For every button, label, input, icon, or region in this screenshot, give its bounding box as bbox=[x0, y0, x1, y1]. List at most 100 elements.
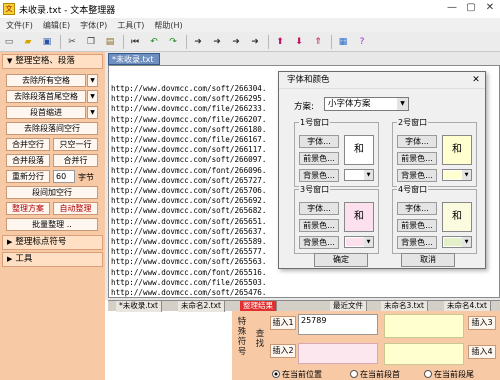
rewrap-width-input[interactable]: 60 bbox=[53, 170, 75, 183]
find-label[interactable]: 查找 bbox=[254, 329, 266, 349]
radio-current-position[interactable]: 在当前位置 bbox=[272, 369, 322, 380]
scheme-select[interactable]: 小字体方案 ▼ bbox=[324, 97, 409, 111]
redo-icon[interactable]: ↷ bbox=[166, 35, 180, 49]
foreground-color-button[interactable]: 前景色... bbox=[299, 219, 339, 232]
new-file-icon[interactable]: ▭ bbox=[2, 35, 16, 49]
text-line: http://www.dovmcc.com/soft/266097. bbox=[111, 155, 267, 165]
single-empty-line-button[interactable]: 只空一行 bbox=[53, 138, 98, 151]
remove-all-spaces-button[interactable]: 去除所有空格 bbox=[6, 74, 86, 87]
toolbar-separator bbox=[60, 34, 61, 49]
para-indent-dropdown[interactable]: ▼ bbox=[87, 106, 98, 119]
section-punctuation[interactable]: ▶ 整理标点符号 bbox=[2, 235, 103, 250]
menu-tools[interactable]: 工具(T) bbox=[117, 20, 144, 31]
cut-icon[interactable]: ✂ bbox=[65, 35, 79, 49]
menu-edit[interactable]: 编辑(E) bbox=[43, 20, 70, 31]
special-symbols-label[interactable]: 特殊符号 bbox=[236, 317, 248, 357]
first-icon[interactable]: ⏮ bbox=[128, 35, 142, 49]
paste-icon[interactable]: ▤ bbox=[103, 35, 117, 49]
minimize-button[interactable]: — bbox=[444, 1, 460, 15]
color-swatch bbox=[444, 238, 462, 246]
menu-bar: 文件(F) 编辑(E) 字体(P) 工具(T) 帮助(H) bbox=[0, 18, 500, 32]
find-text-input-2[interactable] bbox=[298, 343, 378, 364]
color-scheme-icon[interactable]: ▦ bbox=[336, 35, 350, 49]
menu-font[interactable]: 字体(P) bbox=[80, 20, 107, 31]
window-group-3: 3号窗口 字体... 前景色... 背景色... 和 ▼ bbox=[294, 184, 379, 254]
cancel-button[interactable]: 取消 bbox=[401, 253, 455, 267]
font-button[interactable]: 字体... bbox=[397, 135, 437, 148]
text-line: http://www.dovmcc.com/soft/266295. bbox=[111, 94, 267, 104]
radio-para-end[interactable]: 在当前段尾 bbox=[424, 369, 474, 380]
add-para-gap-button[interactable]: 段间加空行 bbox=[6, 186, 98, 199]
section-spaces-paragraphs[interactable]: ▼ 整理空格、段落 bbox=[2, 54, 103, 69]
expand-arrow-icon: ▶ bbox=[7, 255, 13, 263]
arrow-right-3-icon[interactable]: ➜ bbox=[229, 35, 243, 49]
background-color-select[interactable]: ▼ bbox=[442, 236, 472, 248]
foreground-color-button[interactable]: 前景色... bbox=[397, 152, 437, 165]
insert3-button[interactable]: 插入3 bbox=[468, 316, 496, 330]
move-down-icon[interactable]: ⬇ bbox=[292, 35, 306, 49]
background-color-select[interactable]: ▼ bbox=[344, 236, 374, 248]
maximize-button[interactable]: ▢ bbox=[463, 1, 479, 15]
background-color-select[interactable]: ▼ bbox=[442, 169, 472, 181]
arrow-right-4-icon[interactable]: ➜ bbox=[248, 35, 262, 49]
text-line: http://www.dovmcc.com/soft/266304. bbox=[111, 84, 267, 93]
background-color-button[interactable]: 背景色... bbox=[397, 169, 437, 182]
rewrap-button[interactable]: 重新分行 bbox=[6, 170, 50, 183]
help-icon[interactable]: ? bbox=[355, 35, 369, 49]
arrow-right-icon[interactable]: ➜ bbox=[191, 35, 205, 49]
app-icon: 文 bbox=[3, 3, 15, 15]
replace-text-input-2[interactable] bbox=[384, 343, 464, 365]
close-button[interactable]: ✕ bbox=[482, 1, 498, 15]
undo-icon[interactable]: ↶ bbox=[147, 35, 161, 49]
merge-empty-lines-button[interactable]: 合并空行 bbox=[6, 138, 50, 151]
save-icon[interactable]: ▣ bbox=[40, 35, 54, 49]
bottom-tab[interactable]: 未命名2.txt bbox=[178, 301, 225, 312]
scheme-value: 小字体方案 bbox=[328, 99, 371, 109]
remove-all-spaces-dropdown[interactable]: ▼ bbox=[87, 74, 98, 87]
radio-para-start[interactable]: 在当前段首 bbox=[350, 369, 400, 380]
dialog-close-button[interactable]: ✕ bbox=[471, 75, 481, 85]
background-color-select[interactable]: ▼ bbox=[344, 169, 374, 181]
replace-text-input[interactable] bbox=[384, 314, 464, 338]
merge-paragraphs-button[interactable]: 合并段落 bbox=[6, 154, 50, 167]
text-line: http://www.dovmcc.com/file/265503. bbox=[111, 277, 267, 287]
merge-lines-button[interactable]: 合并行 bbox=[53, 154, 98, 167]
document-tab[interactable]: *未收录.txt bbox=[108, 53, 160, 65]
bottom-tab[interactable]: *未收录.txt bbox=[116, 301, 162, 312]
insert4-button[interactable]: 插入4 bbox=[468, 345, 496, 359]
text-line: http://www.dovmcc.com/soft/265589. bbox=[111, 237, 267, 246]
section-title: 整理空格、段落 bbox=[15, 56, 75, 66]
radio-label: 在当前段尾 bbox=[434, 370, 474, 379]
foreground-color-button[interactable]: 前景色... bbox=[397, 219, 437, 232]
background-color-button[interactable]: 背景色... bbox=[397, 236, 437, 249]
copy-icon[interactable]: ❐ bbox=[84, 35, 98, 49]
section-tools[interactable]: ▶ 工具 bbox=[2, 252, 103, 267]
menu-help[interactable]: 帮助(H) bbox=[154, 20, 182, 31]
remove-para-gap-button[interactable]: 去除段落间空行 bbox=[6, 122, 98, 135]
batch-tidy-button[interactable]: 批量整理 .. bbox=[6, 218, 98, 231]
insert2-button[interactable]: 插入2 bbox=[270, 344, 296, 358]
background-color-button[interactable]: 背景色... bbox=[299, 236, 339, 249]
text-line: http://www.dovmcc.com/soft/266117. bbox=[111, 145, 267, 155]
remove-para-edge-spaces-button[interactable]: 去除段落首尾空格 bbox=[6, 90, 86, 103]
move-top-icon[interactable]: ⇑ bbox=[311, 35, 325, 49]
find-text-input[interactable]: 25789 bbox=[298, 314, 378, 335]
remove-para-edge-spaces-dropdown[interactable]: ▼ bbox=[87, 90, 98, 103]
menu-file[interactable]: 文件(F) bbox=[6, 20, 33, 31]
font-button[interactable]: 字体... bbox=[299, 135, 339, 148]
text-line: http://www.dovmcc.com/soft/266180. bbox=[111, 124, 267, 134]
para-indent-button[interactable]: 段首缩进 bbox=[6, 106, 86, 119]
foreground-color-button[interactable]: 前景色... bbox=[299, 152, 339, 165]
move-up-icon[interactable]: ⬆ bbox=[273, 35, 287, 49]
arrow-right-2-icon[interactable]: ➜ bbox=[210, 35, 224, 49]
insert1-button[interactable]: 插入1 bbox=[270, 316, 296, 330]
font-button[interactable]: 字体... bbox=[299, 202, 339, 215]
text-line: http://www.dovmcc.com/soft/265727. bbox=[111, 175, 267, 185]
font-button[interactable]: 字体... bbox=[397, 202, 437, 215]
open-folder-icon[interactable]: ▰ bbox=[21, 35, 35, 49]
background-color-button[interactable]: 背景色... bbox=[299, 169, 339, 182]
color-swatch bbox=[346, 238, 364, 246]
ok-button[interactable]: 确定 bbox=[314, 253, 368, 267]
tidy-scheme-button[interactable]: 整理方案 bbox=[6, 202, 50, 215]
auto-tidy-button[interactable]: 自动整理 bbox=[53, 202, 98, 215]
